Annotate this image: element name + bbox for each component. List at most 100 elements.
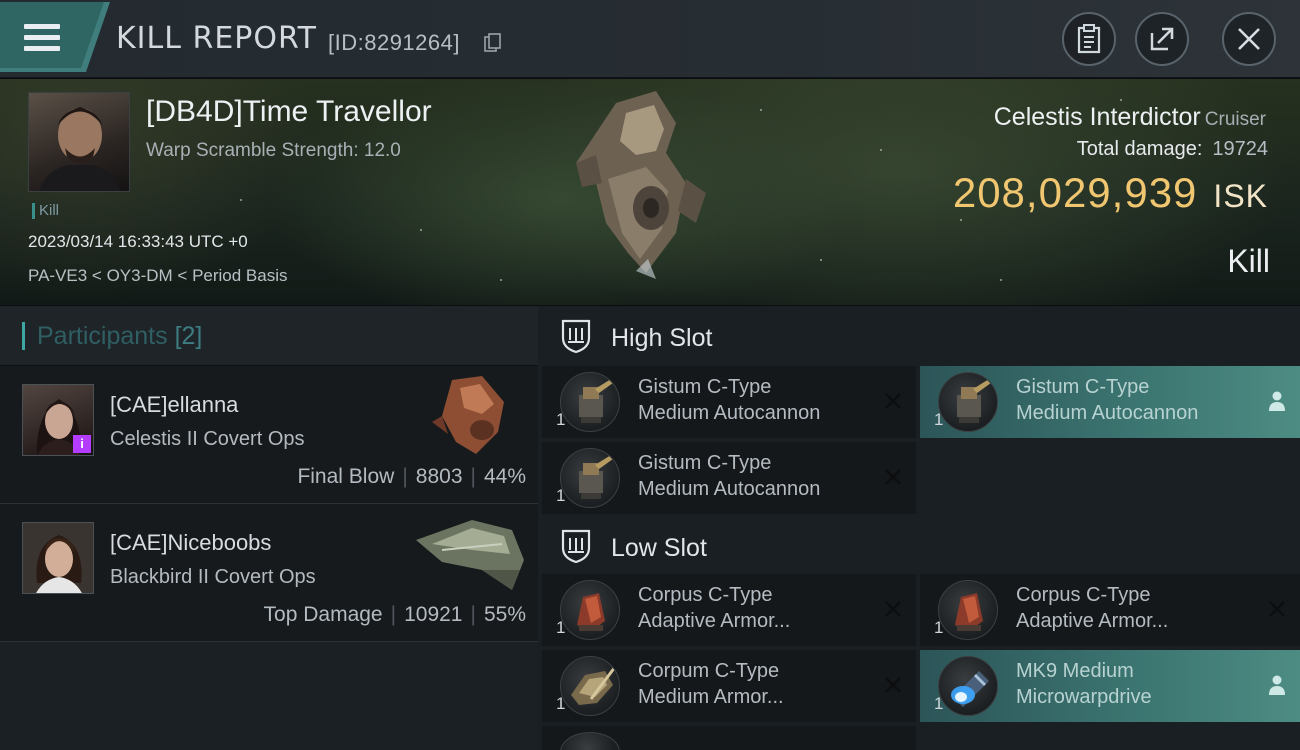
participant-ship-image[interactable] [412,372,528,458]
high-slot-label: High Slot [611,324,713,352]
participant-ship[interactable]: Blackbird II Covert Ops [110,566,316,589]
module-name-line1: Corpum C-Type [638,660,780,682]
page-title: KILL REPORT [116,21,317,56]
x-icon[interactable] [880,672,906,698]
participant-ship[interactable]: Celestis II Covert Ops [110,428,305,451]
participants-count: [2] [174,322,203,350]
module-name-line2: Adaptive Armor... [1016,610,1169,632]
kill-tag: Kill [32,203,59,219]
participants-panel: Participants [2] i [CAE]ellanna Celestis… [0,306,538,750]
microwarpdrive-icon [938,656,998,716]
module-item[interactable]: 1 Corpum C-Type Medium Armor... [542,650,916,722]
isk-value: 208,029,939 ISK [952,169,1268,216]
module-name-line1: Gistum C-Type [1016,376,1150,398]
low-slot-label: Low Slot [611,534,707,562]
participant-row[interactable]: [CAE]Niceboobs Blackbird II Covert Ops T… [0,504,538,642]
module-item[interactable]: 1 Corpus C-Type Adaptive Armor... [542,574,916,646]
module-name-line1: Gistum C-Type [638,376,772,398]
participant-damage: 8803 [415,465,463,488]
close-button[interactable] [1222,12,1276,66]
module-name-line1: Corpus C-Type [1016,584,1151,606]
autocannon-icon [938,372,998,432]
participant-row[interactable]: i [CAE]ellanna Celestis II Covert Ops Fi… [0,366,538,504]
copy-icon[interactable] [484,33,502,53]
autocannon-icon [560,372,620,432]
module-name-line2: Medium Autocannon [1016,402,1199,424]
module-quantity: 1 [556,486,566,505]
module-quantity: 1 [556,618,566,637]
corp-badge-icon: i [73,435,91,453]
autocannon-icon [560,448,620,508]
x-icon[interactable] [880,464,906,490]
participant-role: Top Damage [263,603,383,626]
participant-stats: Final Blow | 8803 | 44% [297,465,526,488]
module-item[interactable]: 1 Gistum C-Type Medium Autocannon [542,366,916,438]
share-icon [1150,27,1174,51]
armor-plate-icon [560,656,620,716]
top-bar: KILL REPORT [ID:8291264] [0,0,1300,78]
person-icon[interactable] [1264,388,1290,414]
clipboard-icon [1077,24,1101,54]
module-name-line2: Adaptive Armor... [638,610,791,632]
participant-portrait[interactable]: i [22,384,94,456]
hamburger-icon [24,24,60,52]
participant-percent: 55% [483,603,526,626]
module-quantity: 1 [556,410,566,429]
module-quantity: 1 [934,618,944,637]
victim-ship-class: Cruiser [1204,109,1266,130]
kill-timestamp: 2023/03/14 16:33:43 UTC +0 [28,232,248,251]
module-quantity: 1 [934,410,944,429]
kill-location[interactable]: PA-VE3 < OY3-DM < Period Basis [28,266,288,286]
total-damage-value: 19724 [1212,138,1268,160]
module-item-partial[interactable] [542,726,916,750]
module-item[interactable]: 1 Gistum C-Type Medium Autocannon [920,366,1300,438]
module-name-line2: Medium Autocannon [638,402,821,424]
participant-ship-image[interactable] [412,510,528,596]
kill-result: Kill [1227,243,1270,279]
x-icon[interactable] [1264,596,1290,622]
x-icon[interactable] [880,596,906,622]
participant-name[interactable]: [CAE]ellanna [110,392,238,418]
victim-banner: [DB4D]Time Travellor Warp Scramble Stren… [0,79,1300,305]
victim-subtitle: Warp Scramble Strength: 12.0 [146,140,401,161]
participants-header: Participants [2] [0,306,538,366]
participant-name[interactable]: [CAE]Niceboobs [110,530,271,556]
participant-damage: 10921 [404,603,463,626]
fitting-panel: High Slot 1 Gistum C-Type Medium Autocan… [538,306,1300,750]
module-item[interactable]: 1 MK9 Medium Microwarpdrive [920,650,1300,722]
share-button[interactable] [1135,12,1189,66]
participants-title: Participants [2] [22,322,202,350]
victim-name[interactable]: [DB4D]Time Travellor [146,95,432,129]
armor-hardener-icon [938,580,998,640]
shield-slot-icon [560,528,592,564]
close-icon [1238,28,1260,50]
module-name-line1: MK9 Medium [1016,660,1134,682]
victim-ship-image[interactable] [536,83,746,283]
participant-percent: 44% [483,465,526,488]
person-icon[interactable] [1264,672,1290,698]
module-item[interactable]: 1 Gistum C-Type Medium Autocannon [542,442,916,514]
x-icon[interactable] [880,388,906,414]
module-icon [560,732,620,750]
armor-hardener-icon [560,580,620,640]
module-quantity: 1 [556,694,566,713]
module-item[interactable]: 1 Corpus C-Type Adaptive Armor... [920,574,1300,646]
module-name-line1: Gistum C-Type [638,452,772,474]
report-id: [ID:8291264] [328,30,460,55]
clipboard-button[interactable] [1062,12,1116,66]
victim-portrait[interactable] [28,92,130,192]
participant-stats: Top Damage | 10921 | 55% [263,603,526,626]
shield-slot-icon [560,318,592,354]
low-slot-header: Low Slot [538,516,1300,576]
menu-button[interactable] [0,0,110,72]
isk-unit: ISK [1213,178,1268,214]
module-name-line1: Corpus C-Type [638,584,773,606]
module-quantity: 1 [934,694,944,713]
module-name-line2: Microwarpdrive [1016,686,1152,708]
module-name-line2: Medium Autocannon [638,478,821,500]
participant-portrait[interactable] [22,522,94,594]
victim-ship-name[interactable]: Celestis Interdictor Cruiser [994,103,1266,132]
high-slot-header: High Slot [538,306,1300,366]
total-damage: Total damage: 19724 [1076,138,1268,160]
participant-role: Final Blow [297,465,395,488]
